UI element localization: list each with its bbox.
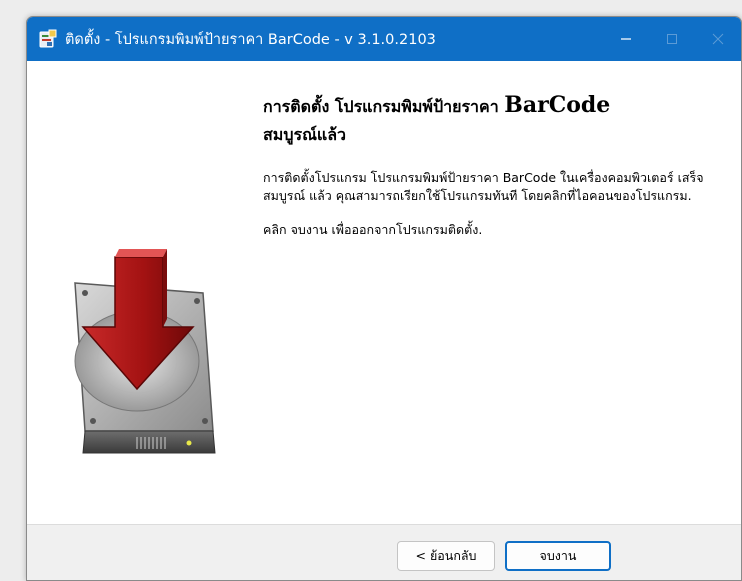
title-bar[interactable]: ติดตั้ง - โปรแกรมพิมพ์ป้ายราคา BarCode -… [27, 17, 741, 61]
minimize-button[interactable] [603, 17, 649, 61]
minimize-icon [620, 33, 632, 45]
body-text: การติดตั้งโปรแกรม โปรแกรมพิมพ์ป้ายราคา B… [263, 169, 725, 239]
window-controls [603, 17, 741, 61]
maximize-icon [666, 33, 678, 45]
maximize-button[interactable] [649, 17, 695, 61]
window-title: ติดตั้ง - โปรแกรมพิมพ์ป้ายราคา BarCode -… [65, 31, 436, 48]
installer-window: ติดตั้ง - โปรแกรมพิมพ์ป้ายราคา BarCode -… [26, 16, 742, 581]
finish-button[interactable]: จบงาน [505, 541, 611, 571]
installer-icon [37, 28, 59, 50]
hard-drive-download-icon [27, 61, 245, 524]
button-bar: < ย้อนกลับ จบงาน [27, 524, 741, 580]
heading-prefix: การติดตั้ง โปรแกรมพิมพ์ป้ายราคา [263, 97, 505, 116]
close-button[interactable] [695, 17, 741, 61]
heading-line2: สมบูรณ์แล้ว [263, 125, 347, 144]
content-area: การติดตั้ง โปรแกรมพิมพ์ป้ายราคา BarCode … [27, 61, 741, 524]
body-paragraph-2: คลิก จบงาน เพื่อออกจากโปรแกรมติดตั้ง. [263, 222, 483, 237]
body-paragraph-1: การติดตั้งโปรแกรม โปรแกรมพิมพ์ป้ายราคา B… [263, 170, 704, 203]
page-heading: การติดตั้ง โปรแกรมพิมพ์ป้ายราคา BarCode … [263, 91, 733, 149]
heading-brand: BarCode [504, 92, 611, 118]
close-icon [712, 33, 724, 45]
back-button[interactable]: < ย้อนกลับ [397, 541, 495, 571]
